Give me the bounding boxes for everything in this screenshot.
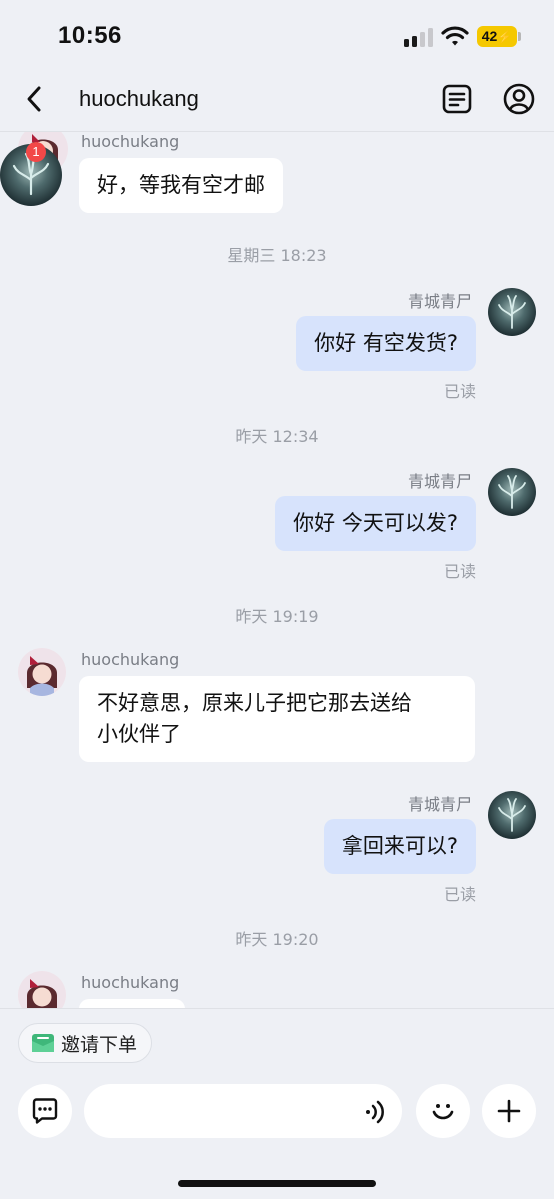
message-input[interactable] xyxy=(84,1084,402,1138)
read-receipt: 已读 xyxy=(443,382,476,401)
chat-bubble-icon xyxy=(32,1098,58,1124)
battery-cap xyxy=(518,32,521,41)
more-actions-button[interactable] xyxy=(482,1084,536,1138)
sender-name: 青城青尸 xyxy=(407,795,472,814)
invite-order-button[interactable]: 邀请下单 xyxy=(18,1023,153,1063)
emoji-button[interactable] xyxy=(416,1084,470,1138)
incoming-message-bubble[interactable]: 好，等我有空才邮 xyxy=(79,158,283,213)
charging-icon: ⚡ xyxy=(497,30,513,44)
status-time: 10:56 xyxy=(58,22,122,49)
message-list[interactable]: 1 huochukang 好，等我有空才邮 星期三 18:23 青城青尸 你好 … xyxy=(0,132,554,1008)
my-avatar[interactable] xyxy=(488,791,536,839)
contact-avatar[interactable] xyxy=(18,971,66,1008)
quick-reply-button[interactable] xyxy=(18,1084,72,1138)
invite-order-label: 邀请下单 xyxy=(61,1033,138,1056)
sender-name: huochukang xyxy=(81,650,180,669)
outgoing-message-bubble[interactable]: 你好 今天可以发? xyxy=(275,496,476,551)
message-input-bar xyxy=(0,1080,554,1150)
my-avatar[interactable] xyxy=(488,288,536,336)
profile-icon[interactable] xyxy=(502,82,536,116)
back-icon[interactable] xyxy=(22,84,46,114)
home-indicator[interactable] xyxy=(178,1180,376,1187)
sender-name: huochukang xyxy=(81,132,180,151)
cellular-signal-icon xyxy=(404,27,434,47)
voice-icon[interactable] xyxy=(362,1098,390,1126)
outgoing-message-bubble[interactable]: 你好 有空发货? xyxy=(296,316,476,371)
timestamp: 昨天 12:34 xyxy=(235,427,319,446)
wifi-icon xyxy=(441,26,469,46)
battery-indicator: 42⚡ xyxy=(477,26,517,47)
read-receipt: 已读 xyxy=(443,885,476,904)
unread-badge: 1 xyxy=(26,142,46,162)
message-line: 小伙伴了 xyxy=(97,722,181,746)
timestamp: 昨天 19:19 xyxy=(235,607,319,626)
status-bar: 10:56 42⚡ xyxy=(0,0,554,72)
contact-name-title: huochukang xyxy=(79,86,199,111)
sender-name: 青城青尸 xyxy=(407,472,472,491)
battery-level: 42 xyxy=(481,28,498,44)
timestamp: 星期三 18:23 xyxy=(227,246,327,265)
incoming-message-bubble[interactable] xyxy=(79,999,185,1008)
my-avatar[interactable] xyxy=(488,468,536,516)
envelope-icon xyxy=(32,1034,54,1052)
read-receipt: 已读 xyxy=(443,562,476,581)
incoming-message-bubble[interactable]: 不好意思，原来儿子把它那去送给 小伙伴了 xyxy=(79,676,475,762)
outgoing-message-bubble[interactable]: 拿回来可以? xyxy=(323,819,476,874)
quick-actions-bar: 邀请下单 xyxy=(0,1008,554,1078)
plus-icon xyxy=(497,1099,521,1123)
message-line: 不好意思，原来儿子把它那去送给 xyxy=(97,691,412,715)
order-list-icon[interactable] xyxy=(440,82,474,116)
timestamp: 昨天 19:20 xyxy=(235,930,319,949)
emoji-icon xyxy=(432,1104,454,1120)
contact-avatar[interactable] xyxy=(18,648,66,696)
sender-name: huochukang xyxy=(81,973,180,992)
chat-header: huochukang xyxy=(0,72,554,132)
sender-name: 青城青尸 xyxy=(407,292,472,311)
